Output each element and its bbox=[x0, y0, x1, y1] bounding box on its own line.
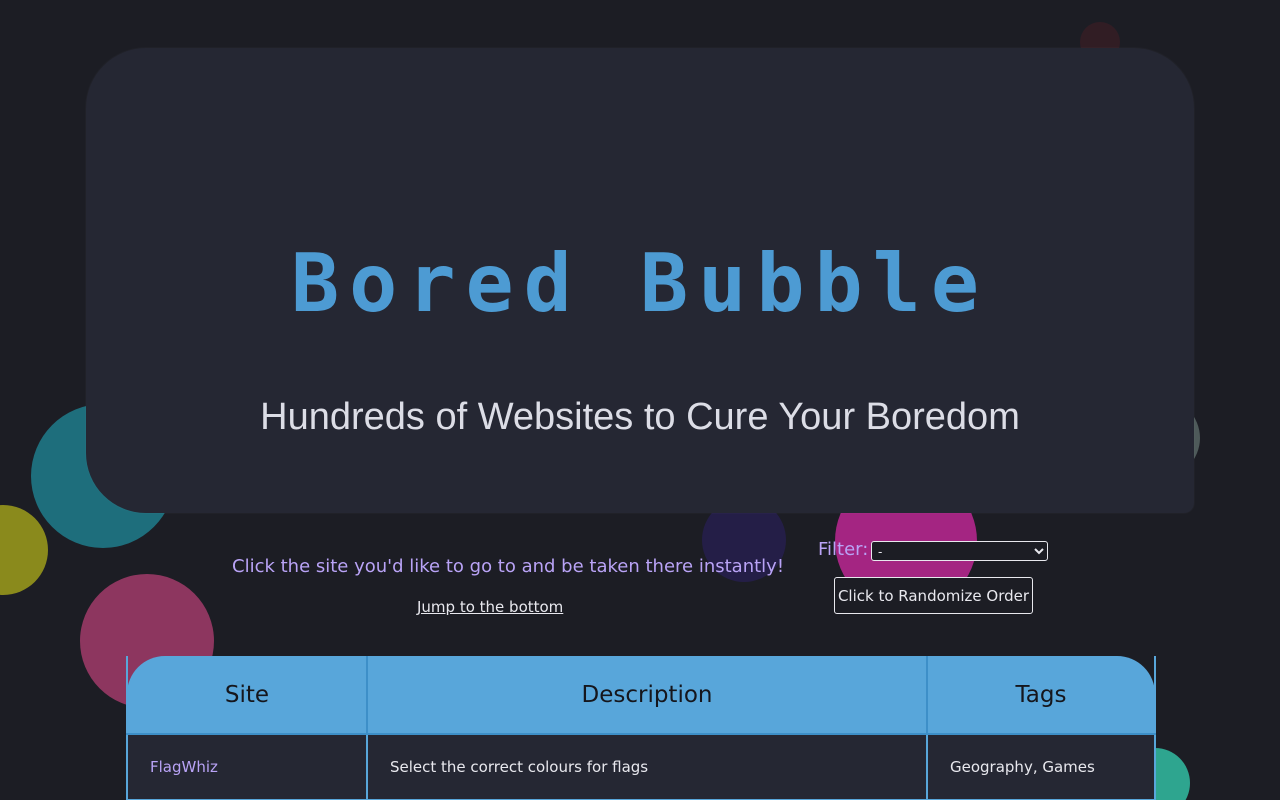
table-header-row: Site Description Tags bbox=[126, 656, 1156, 735]
page: Bored Bubble Hundreds of Websites to Cur… bbox=[0, 0, 1280, 800]
sites-table-container: Site Description Tags FlagWhiz Select th… bbox=[126, 656, 1156, 800]
site-link[interactable]: FlagWhiz bbox=[150, 758, 218, 776]
site-subtitle: Hundreds of Websites to Cure Your Boredo… bbox=[260, 396, 1020, 438]
column-header-tags: Tags bbox=[926, 656, 1156, 735]
sites-table: Site Description Tags FlagWhiz Select th… bbox=[126, 656, 1156, 800]
site-title: Bored Bubble bbox=[291, 237, 989, 330]
instructions-text: Click the site you'd like to go to and b… bbox=[232, 556, 785, 577]
filter-label: Filter: bbox=[818, 539, 869, 560]
filter-select[interactable]: - bbox=[871, 541, 1048, 561]
site-cell: FlagWhiz bbox=[126, 733, 368, 800]
column-header-site: Site bbox=[126, 656, 368, 735]
decorative-bubble bbox=[0, 505, 48, 595]
column-header-description: Description bbox=[366, 656, 928, 735]
tags-cell: Geography, Games bbox=[926, 733, 1156, 800]
jump-to-bottom-link[interactable]: Jump to the bottom bbox=[417, 598, 563, 616]
hero-panel: Bored Bubble Hundreds of Websites to Cur… bbox=[86, 48, 1194, 513]
randomize-order-button[interactable]: Click to Randomize Order bbox=[834, 577, 1033, 614]
description-cell: Select the correct colours for flags bbox=[366, 733, 928, 800]
table-row: FlagWhiz Select the correct colours for … bbox=[126, 733, 1156, 800]
